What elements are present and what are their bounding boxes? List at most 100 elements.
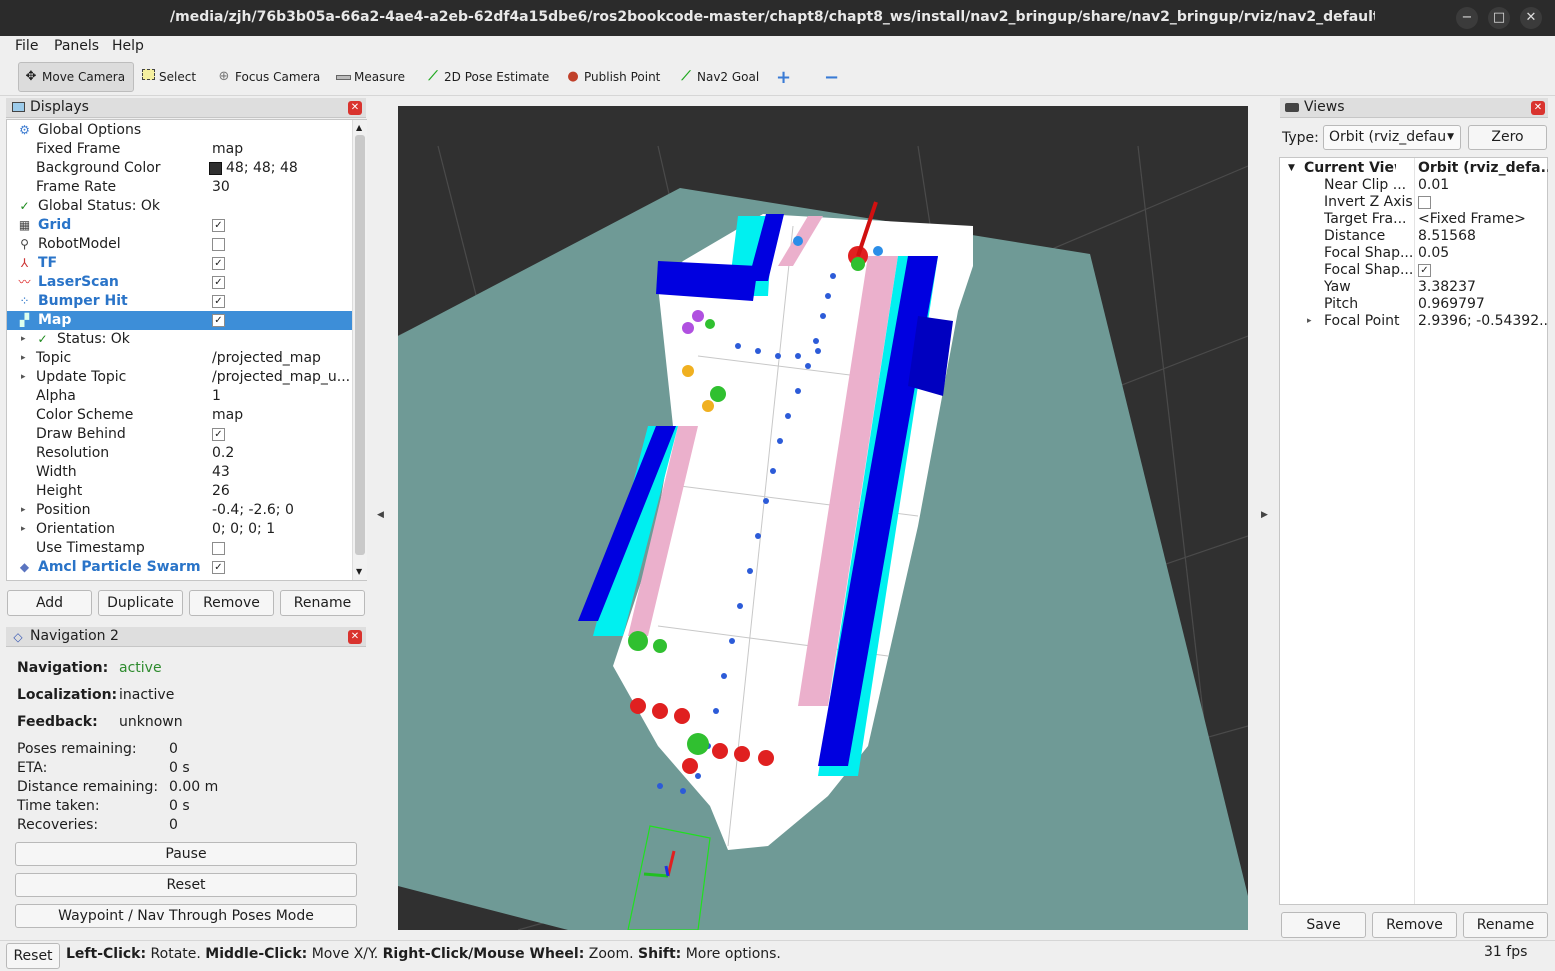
tree-row-laserscan[interactable]: 〰 LaserScan ✓ [7,273,352,292]
collapse-left-icon[interactable]: ◀ [377,510,384,520]
tree-value[interactable]: 48; 48; 48 [226,159,366,178]
tree-value[interactable]: -0.4; -2.6; 0 [212,501,352,520]
scroll-up-icon[interactable]: ▲ [356,123,362,132]
status-reset-button[interactable]: Reset [6,943,60,969]
view-row[interactable]: Target Fra... <Fixed Frame> [1281,211,1547,228]
tree-row-topic[interactable]: ▸ Topic /projected_map [7,349,352,368]
tree-row-height[interactable]: Height 26 [7,482,352,501]
tree-row-map[interactable]: ▞ Map ✓ [7,311,352,330]
tree-row-background-color[interactable]: Background Color 48; 48; 48 [7,159,352,178]
view-row[interactable]: Invert Z Axis [1281,194,1547,211]
view-row[interactable]: ▸ Focal Point 2.9396; -0.54392... [1281,313,1548,330]
tree-row-amcl-particle-swarm[interactable]: ◆ Amcl Particle Swarm ✓ [7,558,352,577]
tree-value[interactable]: 26 [212,482,352,501]
publish-point-tool[interactable]: ● Publish Point [561,62,664,92]
draw-behind-checkbox[interactable]: ✓ [212,427,225,441]
tree-value[interactable]: 30 [212,178,352,197]
tree-value[interactable]: /projected_map [212,349,352,368]
waypoint-mode-button[interactable]: Waypoint / Nav Through Poses Mode [15,904,357,928]
tree-row-update-topic[interactable]: ▸ Update Topic /projected_map_u... [7,368,352,387]
focus-camera-tool[interactable]: ⊕ Focus Camera [212,62,324,92]
tree-row-width[interactable]: Width 43 [7,463,352,482]
color-swatch[interactable] [209,162,222,175]
view-row[interactable]: Focal Shap... 0.05 [1281,245,1547,262]
add-tool-button[interactable]: + [772,62,795,92]
tree-row-orientation[interactable]: ▸ Orientation 0; 0; 0; 1 [7,520,352,539]
tree-value[interactable]: 0.2 [212,444,352,463]
tree-value[interactable]: map [212,406,352,425]
view-value[interactable]: <Fixed Frame> [1418,211,1548,228]
tree-row-bumper-hit[interactable]: ⁘ Bumper Hit ✓ [7,292,352,311]
expand-arrow-icon[interactable]: ▸ [21,520,31,539]
menu-file[interactable]: File [15,38,38,54]
measure-tool[interactable]: Measure [331,62,409,92]
view-value[interactable]: 8.51568 [1418,228,1548,245]
tree-row-status-ok[interactable]: ▸ ✓ Status: Ok [7,330,352,349]
tree-row-draw-behind[interactable]: Draw Behind ✓ [7,425,352,444]
tree-row-position[interactable]: ▸ Position -0.4; -2.6; 0 [7,501,352,520]
save-view-button[interactable]: Save [1281,912,1366,938]
scroll-down-icon[interactable]: ▼ [356,567,362,576]
view-type-select[interactable]: Orbit (rviz_defau ▼ [1323,125,1461,150]
duplicate-display-button[interactable]: Duplicate [98,590,183,616]
pause-button[interactable]: Pause [15,842,357,866]
expand-arrow-icon[interactable]: ▸ [21,349,31,368]
remove-tool-button[interactable]: − [820,62,843,92]
view-row[interactable]: Focal Shap... ✓ [1281,262,1547,279]
view-row[interactable]: Distance 8.51568 [1281,228,1547,245]
view-row[interactable]: Yaw 3.38237 [1281,279,1547,296]
menu-panels[interactable]: Panels [54,38,99,54]
tree-value[interactable]: /projected_map_u... [212,368,352,387]
expand-arrow-icon[interactable]: ▸ [21,330,31,349]
laserscan-checkbox[interactable]: ✓ [212,275,225,289]
tree-row-color-scheme[interactable]: Color Scheme map [7,406,352,425]
tree-value[interactable]: map [212,140,352,159]
tree-value[interactable]: 0; 0; 0; 1 [212,520,352,539]
select-tool[interactable]: Select [136,62,200,92]
view-value[interactable]: 3.38237 [1418,279,1548,296]
view-value[interactable]: 0.969797 [1418,296,1548,313]
view-value[interactable]: 0.01 [1418,177,1548,194]
tree-row-resolution[interactable]: Resolution 0.2 [7,444,352,463]
menu-help[interactable]: Help [112,38,144,54]
remove-view-button[interactable]: Remove [1372,912,1457,938]
render-viewport[interactable] [398,106,1248,930]
map-checkbox[interactable]: ✓ [212,313,225,327]
view-value[interactable]: 2.9396; -0.54392... [1418,313,1548,330]
tree-row-global-options[interactable]: ⚙ Global Options [7,121,352,140]
view-row[interactable]: Near Clip ... 0.01 [1281,177,1547,194]
grid-checkbox[interactable]: ✓ [212,218,225,232]
add-display-button[interactable]: Add [7,590,92,616]
zero-button[interactable]: Zero [1468,125,1547,150]
tree-row-alpha[interactable]: Alpha 1 [7,387,352,406]
focal-shape-checkbox[interactable]: ✓ [1418,263,1431,277]
amcl-checkbox[interactable]: ✓ [212,560,225,574]
nav2-goal-tool[interactable]: ⟋ Nav2 Goal [674,62,763,92]
tree-value[interactable]: 43 [212,463,352,482]
tree-row-frame-rate[interactable]: Frame Rate 30 [7,178,352,197]
minimize-button[interactable]: − [1456,7,1478,29]
maximize-button[interactable]: □ [1488,7,1510,29]
bumper-hit-checkbox[interactable]: ✓ [212,294,225,308]
tree-row-global-status[interactable]: ✓ Global Status: Ok [7,197,352,216]
reset-button[interactable]: Reset [15,873,357,897]
view-row[interactable]: Pitch 0.969797 [1281,296,1547,313]
use-timestamp-checkbox[interactable] [212,541,225,555]
views-close-icon[interactable]: ✕ [1531,101,1545,115]
displays-close-icon[interactable]: ✕ [348,101,362,115]
scrollbar-thumb[interactable] [355,135,365,555]
navigation-close-icon[interactable]: ✕ [348,630,362,644]
displays-scrollbar[interactable]: ▲ ▼ [352,120,367,580]
tree-value[interactable]: 1 [212,387,352,406]
collapse-right-icon[interactable]: ▶ [1261,510,1268,520]
move-camera-tool[interactable]: ✥ Move Camera [18,62,134,92]
tree-row-use-timestamp[interactable]: Use Timestamp [7,539,352,558]
tree-row-fixed-frame[interactable]: Fixed Frame map [7,140,352,159]
tf-checkbox[interactable]: ✓ [212,256,225,270]
tree-row-grid[interactable]: ▦ Grid ✓ [7,216,352,235]
close-button[interactable]: ✕ [1520,7,1542,29]
rename-view-button[interactable]: Rename [1463,912,1548,938]
tree-row-robotmodel[interactable]: ⚲ RobotModel [7,235,352,254]
collapse-arrow-icon[interactable]: ▼ [1288,160,1295,177]
pose-estimate-tool[interactable]: ⟋ 2D Pose Estimate [421,62,553,92]
